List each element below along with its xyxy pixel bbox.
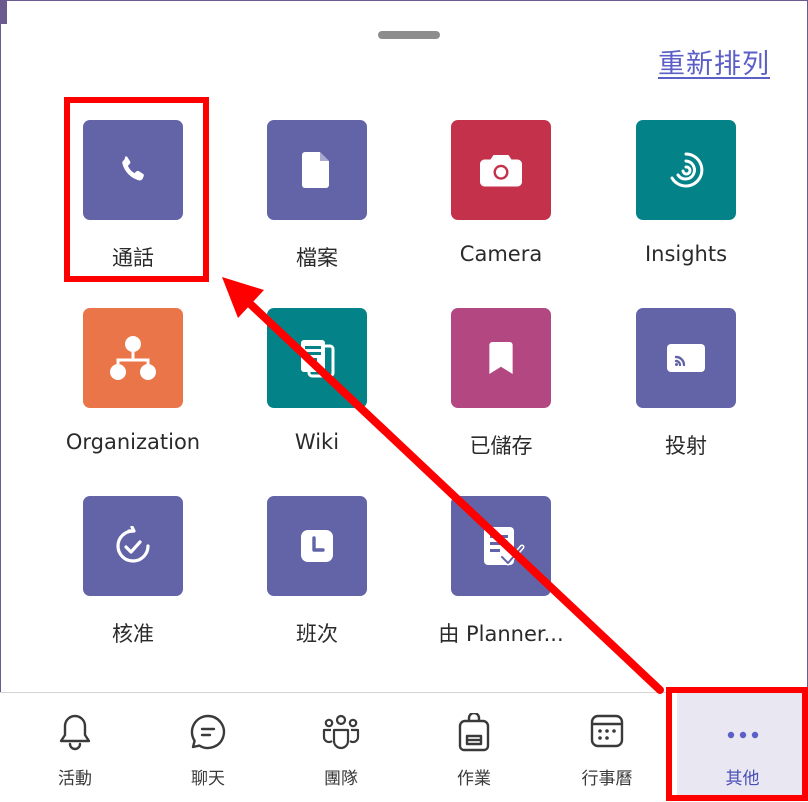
app-approvals-tile[interactable] bbox=[83, 496, 183, 596]
nav-label: 聊天 bbox=[191, 769, 225, 789]
calendar-icon bbox=[590, 714, 624, 748]
planner-icon bbox=[484, 527, 525, 566]
app-label: 班次 bbox=[296, 622, 338, 646]
bookmark-icon bbox=[489, 342, 513, 374]
app-label: 已儲存 bbox=[469, 434, 533, 458]
nav-activity[interactable]: 活動 bbox=[10, 692, 140, 801]
app-planner-tile[interactable] bbox=[451, 496, 551, 596]
bell-icon bbox=[59, 714, 91, 751]
nav-label: 活動 bbox=[58, 769, 92, 789]
chat-icon bbox=[190, 714, 226, 750]
app-label: Camera bbox=[459, 242, 543, 266]
app-organization-tile[interactable] bbox=[83, 308, 183, 408]
cast-icon bbox=[667, 344, 705, 372]
app-camera-tile[interactable] bbox=[451, 120, 551, 220]
app-files-tile[interactable] bbox=[267, 120, 367, 220]
app-label: 核准 bbox=[112, 622, 154, 646]
camera-icon bbox=[480, 155, 522, 187]
nav-assignments[interactable]: 作業 bbox=[409, 692, 539, 801]
app-insights-tile[interactable] bbox=[636, 120, 736, 220]
app-label: Insights bbox=[644, 242, 728, 266]
nav-chat[interactable]: 聊天 bbox=[143, 692, 273, 801]
file-icon bbox=[302, 152, 329, 188]
app-label: 檔案 bbox=[296, 246, 338, 270]
app-label: Organization bbox=[65, 430, 201, 454]
rearrange-link[interactable]: 重新排列 bbox=[658, 42, 770, 81]
approval-icon bbox=[116, 526, 150, 563]
backpack-icon bbox=[458, 713, 490, 752]
app-label: Wiki bbox=[294, 430, 340, 454]
highlight-box-calls bbox=[64, 97, 209, 282]
nav-calendar[interactable]: 行事曆 bbox=[542, 692, 672, 801]
clock-icon bbox=[301, 530, 333, 562]
app-cast-tile[interactable] bbox=[636, 308, 736, 408]
app-shifts-tile[interactable] bbox=[267, 496, 367, 596]
nav-label: 作業 bbox=[457, 769, 491, 789]
frame-edge bbox=[0, 0, 7, 24]
wiki-icon bbox=[301, 340, 335, 378]
nav-teams[interactable]: 團隊 bbox=[276, 692, 406, 801]
highlight-box-more bbox=[666, 687, 808, 801]
insights-icon bbox=[670, 152, 704, 188]
drag-handle[interactable] bbox=[378, 31, 440, 39]
app-wiki-tile[interactable] bbox=[267, 308, 367, 408]
nav-label: 行事曆 bbox=[581, 769, 633, 789]
app-label: 投射 bbox=[665, 434, 707, 458]
app-saved-tile[interactable] bbox=[451, 308, 551, 408]
app-label: 由 Planner... bbox=[438, 622, 564, 646]
nav-label: 團隊 bbox=[324, 769, 358, 789]
teams-icon bbox=[322, 714, 360, 750]
org-chart-icon bbox=[110, 336, 156, 380]
